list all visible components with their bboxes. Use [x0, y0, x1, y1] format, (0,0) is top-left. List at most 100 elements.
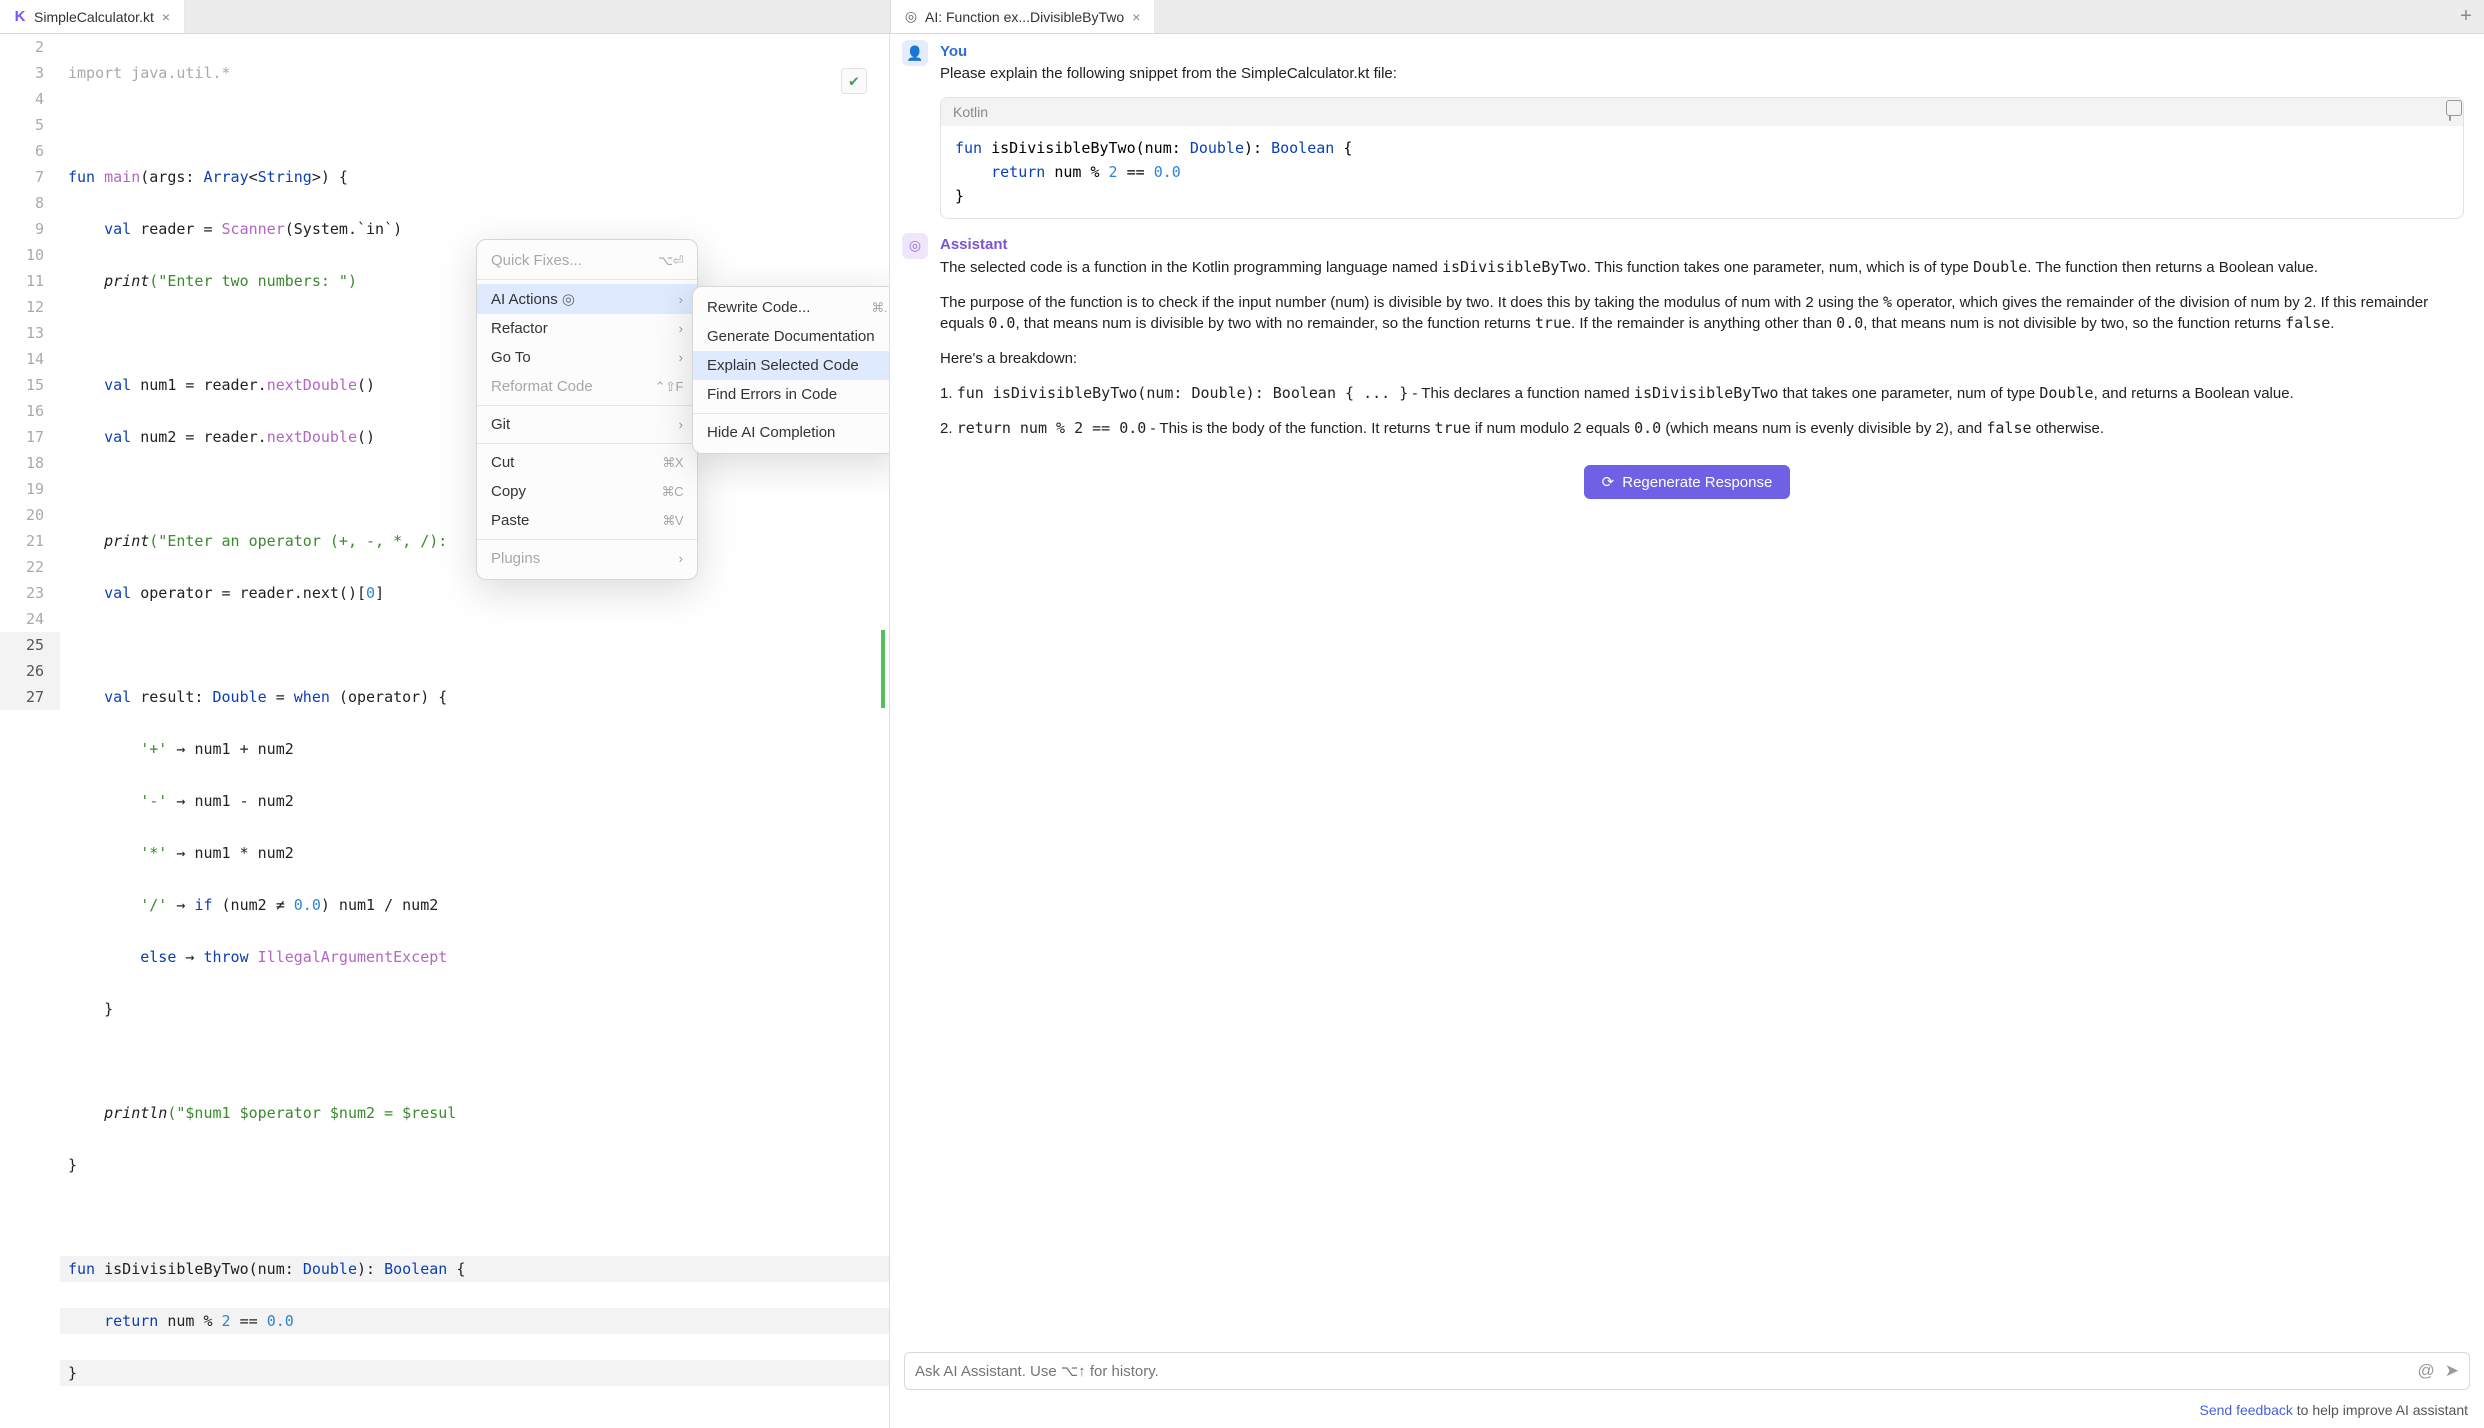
line-number: 14 [0, 346, 60, 372]
line-number: 21 [0, 528, 60, 554]
context-menu: Quick Fixes... ⌥⏎ AI Actions ◎ › Refacto… [476, 239, 698, 580]
assistant-paragraph: The purpose of the function is to check … [940, 292, 2464, 335]
mention-icon[interactable]: @ [2417, 1361, 2434, 1381]
kotlin-file-icon: K [12, 9, 28, 25]
editor-tabs: K SimpleCalculator.kt × [0, 0, 890, 33]
assistant-pane: 👤 You Please explain the following snipp… [890, 34, 2484, 1428]
menu-refactor[interactable]: Refactor › [477, 314, 697, 343]
menu-plugins[interactable]: Plugins › [477, 544, 697, 573]
menu-cut[interactable]: Cut ⌘X [477, 448, 697, 477]
submenu-explain-selected-code[interactable]: Explain Selected Code [693, 351, 890, 380]
assistant-tab[interactable]: ◎ AI: Function ex...DivisibleByTwo × [891, 0, 1155, 33]
code-line: '/' → if (num2 ≠ 0.0) num1 / num2 [60, 892, 889, 918]
send-icon[interactable]: ➤ [2445, 1361, 2459, 1381]
code-line: } [60, 1152, 889, 1178]
new-tab-button[interactable]: + [2454, 5, 2478, 29]
code-line: fun isDivisibleByTwo(num: Double): Boole… [60, 1256, 889, 1282]
code-line: import java.util.* [60, 60, 889, 86]
main-split: 2 3 4 5 6 7 8 9 10 11 12 13 14 15 16 17 … [0, 34, 2484, 1428]
code-line: print("Enter an operator (+, -, *, /): [60, 528, 889, 554]
line-number: 8 [0, 190, 60, 216]
menu-separator [477, 443, 697, 444]
code-editor[interactable]: import java.util.* fun main(args: Array<… [60, 34, 889, 1428]
menu-go-to[interactable]: Go To › [477, 343, 697, 372]
line-number: 5 [0, 112, 60, 138]
menu-copy[interactable]: Copy ⌘C [477, 477, 697, 506]
code-line [60, 112, 889, 138]
code-line: println("$num1 $operator $num2 = $resul [60, 1100, 889, 1126]
menu-separator [477, 279, 697, 280]
menu-ai-actions[interactable]: AI Actions ◎ › [477, 284, 697, 314]
feedback-text: to help improve AI assistant [2293, 1402, 2468, 1418]
send-feedback-link[interactable]: Send feedback [2200, 1402, 2293, 1418]
line-number: 12 [0, 294, 60, 320]
assistant-paragraph: 2. return num % 2 == 0.0 - This is the b… [940, 418, 2464, 439]
line-number: 3 [0, 60, 60, 86]
line-number: 7 [0, 164, 60, 190]
close-icon[interactable]: × [1130, 9, 1142, 25]
close-icon[interactable]: × [160, 9, 172, 25]
line-number: 20 [0, 502, 60, 528]
user-avatar-icon: 👤 [902, 40, 928, 66]
code-line: } [60, 996, 889, 1022]
chevron-right-icon: › [679, 417, 683, 432]
line-number: 11 [0, 268, 60, 294]
editor-tab-label: SimpleCalculator.kt [34, 9, 154, 25]
editor-tab-simplecalculator[interactable]: K SimpleCalculator.kt × [0, 0, 185, 33]
code-line: fun main(args: Array<String>) { [60, 164, 889, 190]
copy-icon[interactable] [2449, 104, 2451, 120]
line-number: 18 [0, 450, 60, 476]
line-number: 4 [0, 86, 60, 112]
code-line: else → throw IllegalArgumentExcept [60, 944, 889, 970]
menu-separator [477, 405, 697, 406]
tab-bar: K SimpleCalculator.kt × ◎ AI: Function e… [0, 0, 2484, 34]
line-number: 27 [0, 684, 60, 710]
code-line: return num % 2 == 0.0 [60, 1308, 889, 1334]
snippet-body: fun isDivisibleByTwo(num: Double): Boole… [941, 126, 2463, 218]
submenu-find-errors[interactable]: Find Errors in Code [693, 380, 890, 409]
menu-reformat[interactable]: Reformat Code ⌃⇧F [477, 372, 697, 401]
code-line: '-' → num1 - num2 [60, 788, 889, 814]
code-line [60, 632, 889, 658]
code-snippet: Kotlin fun isDivisibleByTwo(num: Double)… [940, 97, 2464, 219]
code-line: '+' → num1 + num2 [60, 736, 889, 762]
regenerate-button[interactable]: ⟳ Regenerate Response [1584, 465, 1791, 499]
chevron-right-icon: › [679, 350, 683, 365]
feedback-footer: Send feedback to help improve AI assista… [890, 1396, 2484, 1428]
assistant-tab-label: AI: Function ex...DivisibleByTwo [925, 9, 1124, 25]
line-number: 9 [0, 216, 60, 242]
menu-quick-fixes[interactable]: Quick Fixes... ⌥⏎ [477, 246, 697, 275]
chevron-right-icon: › [679, 292, 683, 307]
snippet-header: Kotlin [941, 98, 2463, 126]
code-line [60, 1048, 889, 1074]
message-user: 👤 You Please explain the following snipp… [890, 38, 2484, 89]
line-number: 2 [0, 34, 60, 60]
menu-separator [693, 413, 890, 414]
submenu-generate-documentation[interactable]: Generate Documentation [693, 322, 890, 351]
submenu-hide-ai-completion[interactable]: Hide AI Completion [693, 418, 890, 447]
code-line: '*' → num1 * num2 [60, 840, 889, 866]
assistant-paragraph: Here's a breakdown: [940, 349, 2464, 369]
submenu-rewrite-code[interactable]: Rewrite Code... ⌘. [693, 293, 890, 322]
assistant-avatar-icon: ◎ [902, 233, 928, 259]
menu-git[interactable]: Git › [477, 410, 697, 439]
ai-swirl-icon: ◎ [562, 290, 575, 308]
inspection-ok-icon[interactable]: ✔ [841, 68, 867, 94]
code-line [60, 476, 889, 502]
line-number: 6 [0, 138, 60, 164]
user-text: Please explain the following snippet fro… [940, 64, 2464, 84]
line-number: 15 [0, 372, 60, 398]
line-number: 22 [0, 554, 60, 580]
ai-swirl-icon: ◎ [903, 9, 919, 25]
menu-paste[interactable]: Paste ⌘V [477, 506, 697, 535]
vcs-change-marker [881, 630, 885, 708]
assistant-input-row: @ ➤ [904, 1352, 2470, 1390]
assistant-input[interactable] [915, 1363, 2407, 1380]
assistant-paragraph: The selected code is a function in the K… [940, 257, 2464, 278]
refresh-icon: ⟳ [1602, 473, 1615, 491]
assistant-tabs: ◎ AI: Function ex...DivisibleByTwo × + [890, 0, 2484, 33]
snippet-language-label: Kotlin [953, 104, 988, 120]
code-line [60, 1204, 889, 1230]
sender-label: Assistant [940, 235, 2464, 255]
chat-scroll[interactable]: 👤 You Please explain the following snipp… [890, 34, 2484, 1352]
